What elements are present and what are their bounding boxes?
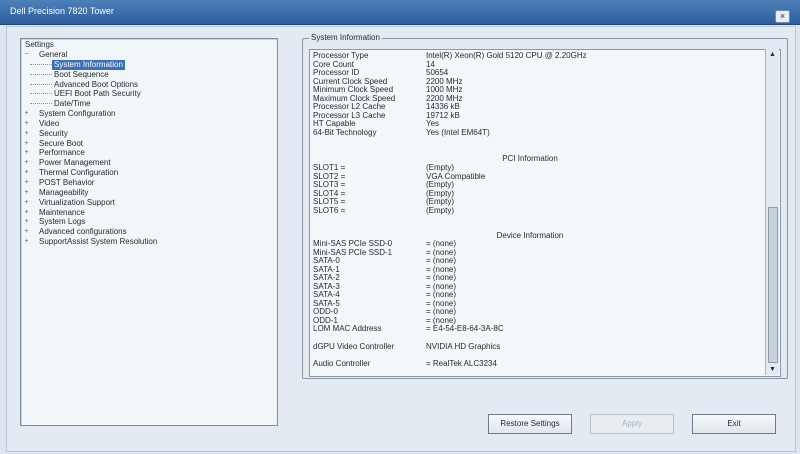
- info-row: dGPU Video Controller NVIDIA HD Graphics: [313, 342, 753, 351]
- scroll-down-icon[interactable]: ▼: [766, 364, 779, 375]
- expander-icon[interactable]: +: [23, 169, 30, 176]
- scroll-up-icon[interactable]: ▲: [766, 49, 779, 60]
- info-value: NVIDIA HD Graphics: [426, 342, 501, 351]
- expander-icon[interactable]: +: [23, 159, 30, 166]
- tree-node-label[interactable]: UEFI Boot Path Security: [54, 89, 141, 99]
- tree-node[interactable]: + Security: [21, 129, 277, 139]
- expander-icon[interactable]: +: [23, 189, 30, 196]
- tree-node[interactable]: + Secure Boot: [21, 139, 277, 149]
- tree-node[interactable]: + Thermal Configuration: [21, 168, 277, 178]
- tree-node-label[interactable]: System Logs: [39, 217, 85, 227]
- tree-node[interactable]: System Information: [21, 59, 277, 70]
- info-key: dGPU Video Controller: [313, 342, 395, 351]
- expander-icon[interactable]: +: [23, 209, 30, 216]
- settings-tree[interactable]: Settings − General System Information Boot …: [20, 38, 278, 426]
- tree-connector: [30, 103, 52, 105]
- tree-node-label[interactable]: Video: [39, 119, 59, 129]
- tree-node-label[interactable]: Boot Sequence: [54, 70, 109, 80]
- tree-node-label[interactable]: POST Behavior: [39, 178, 94, 188]
- expander-icon[interactable]: +: [23, 179, 30, 186]
- tree-node-label[interactable]: Advanced configurations: [39, 227, 127, 237]
- system-information-box: Processor Type Intel(R) Xeon(R) Gold 5120…: [309, 49, 781, 377]
- tree-connector: [30, 73, 52, 75]
- tree-node-label[interactable]: General: [39, 50, 67, 60]
- window-title: Dell Precision 7820 Tower: [10, 6, 114, 16]
- tree-node[interactable]: UEFI Boot Path Security: [21, 89, 277, 99]
- tree-connector: [30, 83, 52, 85]
- expander-icon[interactable]: +: [23, 120, 30, 127]
- info-row: 64-Bit Technology Yes (Intel EM64T): [313, 128, 753, 137]
- info-key: 64-Bit Technology: [313, 127, 377, 137]
- tree-node-label[interactable]: Secure Boot: [39, 139, 83, 149]
- tree-node[interactable]: Boot Sequence: [21, 70, 277, 80]
- expander-icon[interactable]: +: [23, 110, 30, 117]
- apply-button[interactable]: Apply: [590, 414, 674, 434]
- expander-icon[interactable]: +: [23, 149, 30, 156]
- tree-node-label[interactable]: SupportAssist System Resolution: [39, 237, 157, 247]
- tree-node[interactable]: Date/Time: [21, 99, 277, 109]
- info-row: LOM MAC Address = E4-54-E8-64-3A-8C: [313, 324, 753, 333]
- info-value: = E4-54-E8-64-3A-8C: [426, 324, 504, 333]
- info-value: (Empty): [426, 205, 454, 215]
- info-scrollbar[interactable]: ▲ ▼: [765, 49, 779, 375]
- info-key: Audio Controller: [313, 359, 371, 368]
- section-title: PCI Information: [502, 154, 558, 163]
- scroll-thumb[interactable]: [768, 207, 778, 363]
- restore-settings-button[interactable]: Restore Settings: [488, 414, 572, 434]
- tree-node[interactable]: + SupportAssist System Resolution: [21, 237, 277, 247]
- group-title: System Information: [309, 33, 382, 42]
- title-bar: Dell Precision 7820 Tower ×: [0, 0, 800, 25]
- info-key: LOM MAC Address: [313, 324, 382, 333]
- expander-icon[interactable]: +: [23, 140, 30, 147]
- tree-node[interactable]: + Maintenance: [21, 208, 277, 218]
- tree-node[interactable]: + Advanced configurations: [21, 227, 277, 237]
- tree-connector: [30, 63, 52, 65]
- tree-node[interactable]: + System Configuration: [21, 109, 277, 119]
- tree-node-label[interactable]: Virtualization Support: [39, 198, 115, 208]
- tree-node-label[interactable]: Date/Time: [54, 99, 91, 109]
- info-row: Audio Controller = RealTek ALC3234: [313, 359, 753, 368]
- close-button[interactable]: ×: [775, 10, 790, 23]
- tree-node[interactable]: + System Logs: [21, 217, 277, 227]
- tree-node-label[interactable]: Manageability: [39, 188, 88, 198]
- expander-icon[interactable]: +: [23, 238, 30, 245]
- tree-root-label: Settings: [25, 40, 54, 49]
- tree-connector: [30, 93, 52, 95]
- expander-icon[interactable]: +: [23, 218, 30, 225]
- expander-icon[interactable]: +: [23, 199, 30, 206]
- tree-node-label[interactable]: System Information: [52, 59, 125, 70]
- tree-node-label[interactable]: Advanced Boot Options: [54, 80, 138, 90]
- tree-node[interactable]: − General: [21, 50, 277, 60]
- tree-node[interactable]: + Performance: [21, 148, 277, 158]
- info-value: = RealTek ALC3234: [426, 359, 497, 368]
- tree-node-label[interactable]: Security: [39, 129, 68, 139]
- tree-node-label[interactable]: Performance: [39, 148, 85, 158]
- tree-node-label[interactable]: System Configuration: [39, 109, 115, 119]
- exit-button[interactable]: Exit: [692, 414, 776, 434]
- expander-icon[interactable]: +: [23, 228, 30, 235]
- tree-node[interactable]: + Power Management: [21, 158, 277, 168]
- expander-icon[interactable]: −: [23, 51, 30, 58]
- tree-node[interactable]: Advanced Boot Options: [21, 80, 277, 90]
- tree-list: − General System Information Boot Sequence A…: [21, 50, 277, 247]
- tree-node[interactable]: + POST Behavior: [21, 178, 277, 188]
- info-key: SLOT6 =: [313, 205, 346, 215]
- tree-node[interactable]: + Manageability: [21, 188, 277, 198]
- info-value: Yes (Intel EM64T): [426, 127, 490, 137]
- tree-node[interactable]: + Video: [21, 119, 277, 129]
- expander-icon[interactable]: +: [23, 130, 30, 137]
- tree-node-label[interactable]: Power Management: [39, 158, 111, 168]
- tree-node[interactable]: + Virtualization Support: [21, 198, 277, 208]
- info-row: SLOT6 = (Empty): [313, 206, 753, 215]
- tree-node-label[interactable]: Thermal Configuration: [39, 168, 118, 178]
- tree-node-label[interactable]: Maintenance: [39, 208, 85, 218]
